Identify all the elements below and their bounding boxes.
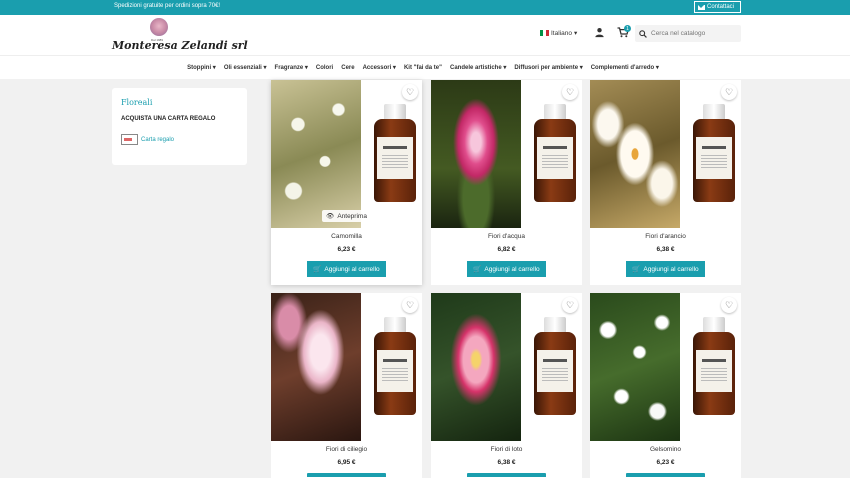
nav-item-cere[interactable]: Cere: [341, 65, 354, 71]
product-name[interactable]: Fiori di loto: [431, 446, 582, 453]
nav-item-fragranze[interactable]: Fragranze ▾: [275, 64, 308, 71]
language-label: Italiano: [551, 29, 572, 37]
category-title: Floreali: [121, 98, 153, 107]
product-card[interactable]: ♡ Fiori d'acqua 6,82 € 🛒 Aggiungi al carr…: [431, 80, 582, 285]
product-name[interactable]: Fiori d'acqua: [431, 233, 582, 240]
category-sidebar: Floreali ACQUISTA UNA CARTA REGALO Carta…: [112, 88, 247, 165]
add-to-cart-button[interactable]: 🛒 Aggiungi al carrello: [467, 261, 546, 277]
user-icon[interactable]: [594, 27, 605, 38]
chevron-down-icon: ▾: [573, 30, 578, 37]
product-price: 6,23 €: [656, 459, 675, 466]
italy-flag-icon: [540, 30, 549, 36]
logo[interactable]: Monteresa Zelandi srl: [112, 39, 248, 52]
gift-card-label: Carta regalo: [141, 136, 175, 143]
nav-item-complementi[interactable]: Complementi d'arredo ▾: [591, 64, 659, 71]
add-to-cart-button[interactable]: 🛒 Aggiungi al carrello: [307, 261, 386, 277]
product-bottle: [534, 317, 576, 417]
product-price: 6,38 €: [497, 459, 516, 466]
heart-icon[interactable]: ♡: [402, 297, 418, 313]
add-to-cart-button[interactable]: [307, 473, 386, 477]
nav-item-kit-fai-da-te[interactable]: Kit "fai da te": [404, 65, 442, 71]
product-name[interactable]: Fiori di ciliegio: [271, 446, 422, 453]
product-card[interactable]: ♡ Fiori di ciliegio 6,95 €: [271, 293, 422, 478]
product-image[interactable]: ♡ 👁 Anteprima: [271, 80, 422, 228]
product-image[interactable]: ♡: [271, 293, 422, 441]
promo-text: Spedizioni gratuite per ordini sopra 70€…: [114, 3, 221, 9]
product-card[interactable]: ♡ Fiori d'arancio 6,38 € 🛒 Aggiungi al ca…: [590, 80, 741, 285]
gift-card-icon: [121, 134, 138, 145]
product-bottle: [374, 104, 416, 204]
product-price: 6,23 €: [337, 246, 356, 253]
add-to-cart-button[interactable]: 🛒 Aggiungi al carrello: [626, 261, 705, 277]
nav-item-oli-essenziali[interactable]: Oli essenziali ▾: [224, 64, 267, 71]
nav-item-stoppini[interactable]: Stoppini ▾: [187, 64, 216, 71]
add-to-cart-label: Aggiungi al carrello: [643, 265, 699, 273]
main-nav: Stoppini ▾ Oli essenziali ▾ Fragranze ▾ …: [0, 55, 850, 79]
quick-view-label: Anteprima: [337, 212, 367, 220]
heart-icon[interactable]: ♡: [562, 297, 578, 313]
product-name[interactable]: Fiori d'arancio: [590, 233, 741, 240]
product-image[interactable]: ♡: [590, 293, 741, 441]
product-image[interactable]: ♡: [431, 293, 582, 441]
product-bottle: [693, 104, 735, 204]
product-price: 6,38 €: [656, 246, 675, 253]
heart-icon[interactable]: ♡: [562, 84, 578, 100]
product-bottle: [693, 317, 735, 417]
quick-view-button[interactable]: 👁 Anteprima: [322, 210, 371, 222]
cart-icon: 🛒: [473, 266, 482, 273]
product-bottle: [534, 104, 576, 204]
cart-icon: 🛒: [632, 266, 641, 273]
add-to-cart-label: Aggiungi al carrello: [324, 265, 380, 273]
top-bar: Spedizioni gratuite per ordini sopra 70€…: [0, 0, 850, 15]
logo-emblem[interactable]: [150, 18, 168, 36]
product-price: 6,82 €: [497, 246, 516, 253]
product-image[interactable]: ♡: [431, 80, 582, 228]
product-card[interactable]: ♡ Gelsomino 6,23 €: [590, 293, 741, 478]
product-card[interactable]: ♡ 👁 Anteprima Camomilla 6,23 € 🛒 Aggiungi…: [271, 80, 422, 285]
nav-item-accessori[interactable]: Accessori ▾: [363, 64, 396, 71]
nav-item-colori[interactable]: Colori: [316, 65, 333, 71]
eye-icon: 👁: [326, 213, 335, 220]
product-image[interactable]: ♡: [590, 80, 741, 228]
heart-icon[interactable]: ♡: [402, 84, 418, 100]
add-to-cart-button[interactable]: [626, 473, 705, 477]
search-input[interactable]: [651, 30, 731, 37]
site-header: Dal 1989 Monteresa Zelandi srl Italiano …: [0, 15, 850, 55]
product-price: 6,95 €: [337, 459, 356, 466]
envelope-icon: [698, 4, 705, 10]
contact-button[interactable]: Contattaci: [694, 1, 741, 13]
heart-icon[interactable]: ♡: [721, 297, 737, 313]
add-to-cart-label: Aggiungi al carrello: [484, 265, 540, 273]
gift-card-heading: ACQUISTA UNA CARTA REGALO: [121, 116, 216, 122]
language-selector[interactable]: Italiano ▾: [540, 29, 577, 37]
cart-count-badge: 1: [624, 25, 631, 32]
gift-card-link[interactable]: Carta regalo: [121, 134, 174, 145]
nav-item-diffusori[interactable]: Diffusori per ambiente ▾: [514, 64, 582, 71]
product-card[interactable]: ♡ Fiori di loto 6,38 €: [431, 293, 582, 478]
cart-icon: 🛒: [313, 266, 322, 273]
heart-icon[interactable]: ♡: [721, 84, 737, 100]
search-box: [635, 25, 741, 42]
product-name[interactable]: Gelsomino: [590, 446, 741, 453]
product-bottle: [374, 317, 416, 417]
contact-label: Contattaci: [707, 4, 735, 10]
add-to-cart-button[interactable]: [467, 473, 546, 477]
search-icon[interactable]: [639, 29, 647, 38]
nav-item-candele-artistiche[interactable]: Candele artistiche ▾: [450, 64, 506, 71]
product-name[interactable]: Camomilla: [271, 233, 422, 240]
